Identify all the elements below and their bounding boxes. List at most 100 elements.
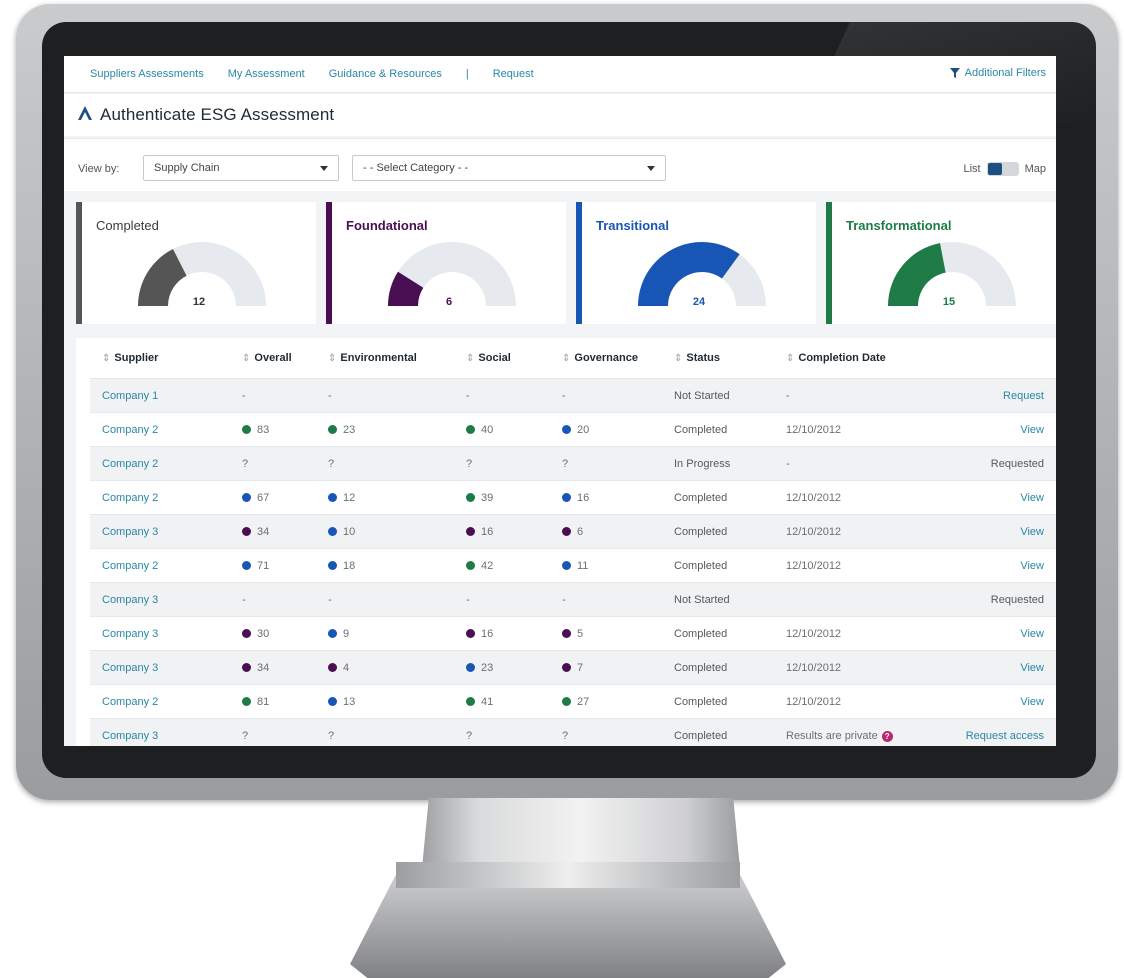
row-action-link[interactable]: View: [924, 684, 1056, 719]
score-dot-icon: [466, 492, 475, 502]
score-cell: 11: [550, 548, 662, 583]
row-action-link[interactable]: Request access: [924, 718, 1056, 746]
caret-down-icon: [647, 165, 655, 171]
card-label: Transformational: [846, 218, 952, 233]
toggle-knob: [987, 163, 1002, 175]
supplier-link[interactable]: Company 2: [90, 412, 230, 447]
score-dot-icon: [562, 662, 571, 672]
row-action-link[interactable]: View: [924, 650, 1056, 685]
row-action-link[interactable]: View: [924, 480, 1056, 515]
caret-down-icon: [320, 165, 328, 171]
col-header-social[interactable]: ⇕ Social: [454, 338, 550, 379]
completion-date-cell: 12/10/2012: [774, 548, 924, 583]
score-dot-icon: [242, 628, 251, 638]
status-cell: Completed: [662, 480, 774, 515]
score-cell: 40: [454, 412, 550, 447]
row-action-link[interactable]: View: [924, 616, 1056, 651]
score-cell: 30: [230, 616, 316, 651]
col-header-overall[interactable]: ⇕ Overall: [230, 338, 316, 379]
card-label: Transitional: [596, 218, 669, 233]
col-header-label: Governance: [574, 352, 638, 364]
row-action-link[interactable]: View: [924, 514, 1056, 549]
score-cell: 7: [550, 650, 662, 685]
score-value: 18: [343, 559, 356, 572]
score-cell: ?: [230, 446, 316, 481]
score-value: -: [466, 593, 470, 606]
supplier-link[interactable]: Company 2: [90, 480, 230, 515]
score-value: 10: [343, 525, 356, 538]
status-cell: In Progress: [662, 446, 774, 481]
card-transformational[interactable]: Transformational 15: [826, 202, 1056, 324]
score-cell: 16: [454, 616, 550, 651]
score-cell: ?: [454, 718, 550, 746]
completion-date-cell: Results are private?: [774, 718, 924, 746]
help-icon[interactable]: ?: [881, 730, 893, 742]
nav-guidance-resources[interactable]: Guidance & Resources: [329, 68, 442, 80]
additional-filters-label: Additional Filters: [964, 67, 1046, 79]
score-cell: 41: [454, 684, 550, 719]
card-completed[interactable]: Completed 12: [76, 202, 316, 324]
card-foundational[interactable]: Foundational 6: [326, 202, 566, 324]
status-cell: Completed: [662, 718, 774, 746]
sort-icon: ⇕: [786, 353, 795, 364]
score-cell: 67: [230, 480, 316, 515]
score-value: 7: [577, 661, 584, 674]
supply-chain-select[interactable]: Supply Chain: [143, 155, 339, 181]
score-value: ?: [562, 457, 569, 470]
supplier-link[interactable]: Company 3: [90, 582, 230, 617]
score-dot-icon: [328, 424, 337, 434]
score-value: 23: [343, 423, 356, 436]
col-header-governance[interactable]: ⇕ Governance: [550, 338, 662, 379]
sort-icon: ⇕: [242, 353, 251, 364]
score-cell: -: [454, 582, 550, 617]
card-value: 24: [692, 296, 706, 308]
score-value: 41: [481, 695, 494, 708]
category-select[interactable]: - - Select Category - -: [352, 155, 666, 181]
supplier-link[interactable]: Company 2: [90, 548, 230, 583]
score-cell: 18: [316, 548, 454, 583]
score-value: 16: [481, 627, 494, 640]
score-value: 4: [343, 661, 350, 674]
card-transitional[interactable]: Transitional 24: [576, 202, 816, 324]
score-dot-icon: [242, 424, 251, 434]
col-header-supplier[interactable]: ⇕ Supplier: [90, 338, 230, 379]
supplier-link[interactable]: Company 3: [90, 718, 230, 746]
monitor-stand-neck: [421, 798, 741, 870]
table-row: Company 2???? In Progress - Requested: [90, 446, 1056, 481]
card-label: Foundational: [346, 218, 428, 233]
nav-suppliers-assessments[interactable]: Suppliers Assessments: [90, 68, 204, 80]
supplier-link[interactable]: Company 2: [90, 684, 230, 719]
col-header-completion-date[interactable]: ⇕ Completion Date: [774, 338, 924, 379]
supplier-link[interactable]: Company 2: [90, 446, 230, 481]
additional-filters-button[interactable]: Additional Filters: [949, 67, 1046, 79]
score-cell: 16: [454, 514, 550, 549]
card-label: Completed: [96, 218, 159, 233]
supplier-link[interactable]: Company 3: [90, 514, 230, 549]
row-action-link[interactable]: View: [924, 548, 1056, 583]
nav-my-assessment[interactable]: My Assessment: [228, 68, 305, 80]
score-cell: 6: [550, 514, 662, 549]
page-header: Authenticate ESG Assessment: [64, 94, 1056, 136]
score-dot-icon: [328, 526, 337, 536]
score-cell: ?: [550, 446, 662, 481]
col-header-status[interactable]: ⇕ Status: [662, 338, 774, 379]
filter-icon: [949, 68, 960, 78]
view-by-bar: View by: Supply Chain - - Select Categor…: [64, 138, 1056, 191]
col-header-environmental[interactable]: ⇕ Environmental: [316, 338, 454, 379]
sort-icon: ⇕: [674, 353, 683, 364]
supplier-link[interactable]: Company 3: [90, 616, 230, 651]
score-value: 11: [577, 559, 589, 572]
score-cell: ?: [454, 446, 550, 481]
supplier-link[interactable]: Company 1: [90, 378, 230, 413]
score-value: ?: [328, 457, 335, 470]
row-action-link[interactable]: Request: [924, 378, 1056, 413]
score-cell: 71: [230, 548, 316, 583]
score-value: ?: [466, 457, 473, 470]
supplier-link[interactable]: Company 3: [90, 650, 230, 685]
score-value: 34: [257, 661, 270, 674]
list-map-toggle[interactable]: [986, 162, 1019, 176]
row-action-link[interactable]: View: [924, 412, 1056, 447]
score-value: 6: [577, 525, 584, 538]
nav-request[interactable]: Request: [493, 68, 534, 80]
table-row: Company 3 34 4 23 7 Completed 12/10/2012 View: [90, 650, 1056, 685]
